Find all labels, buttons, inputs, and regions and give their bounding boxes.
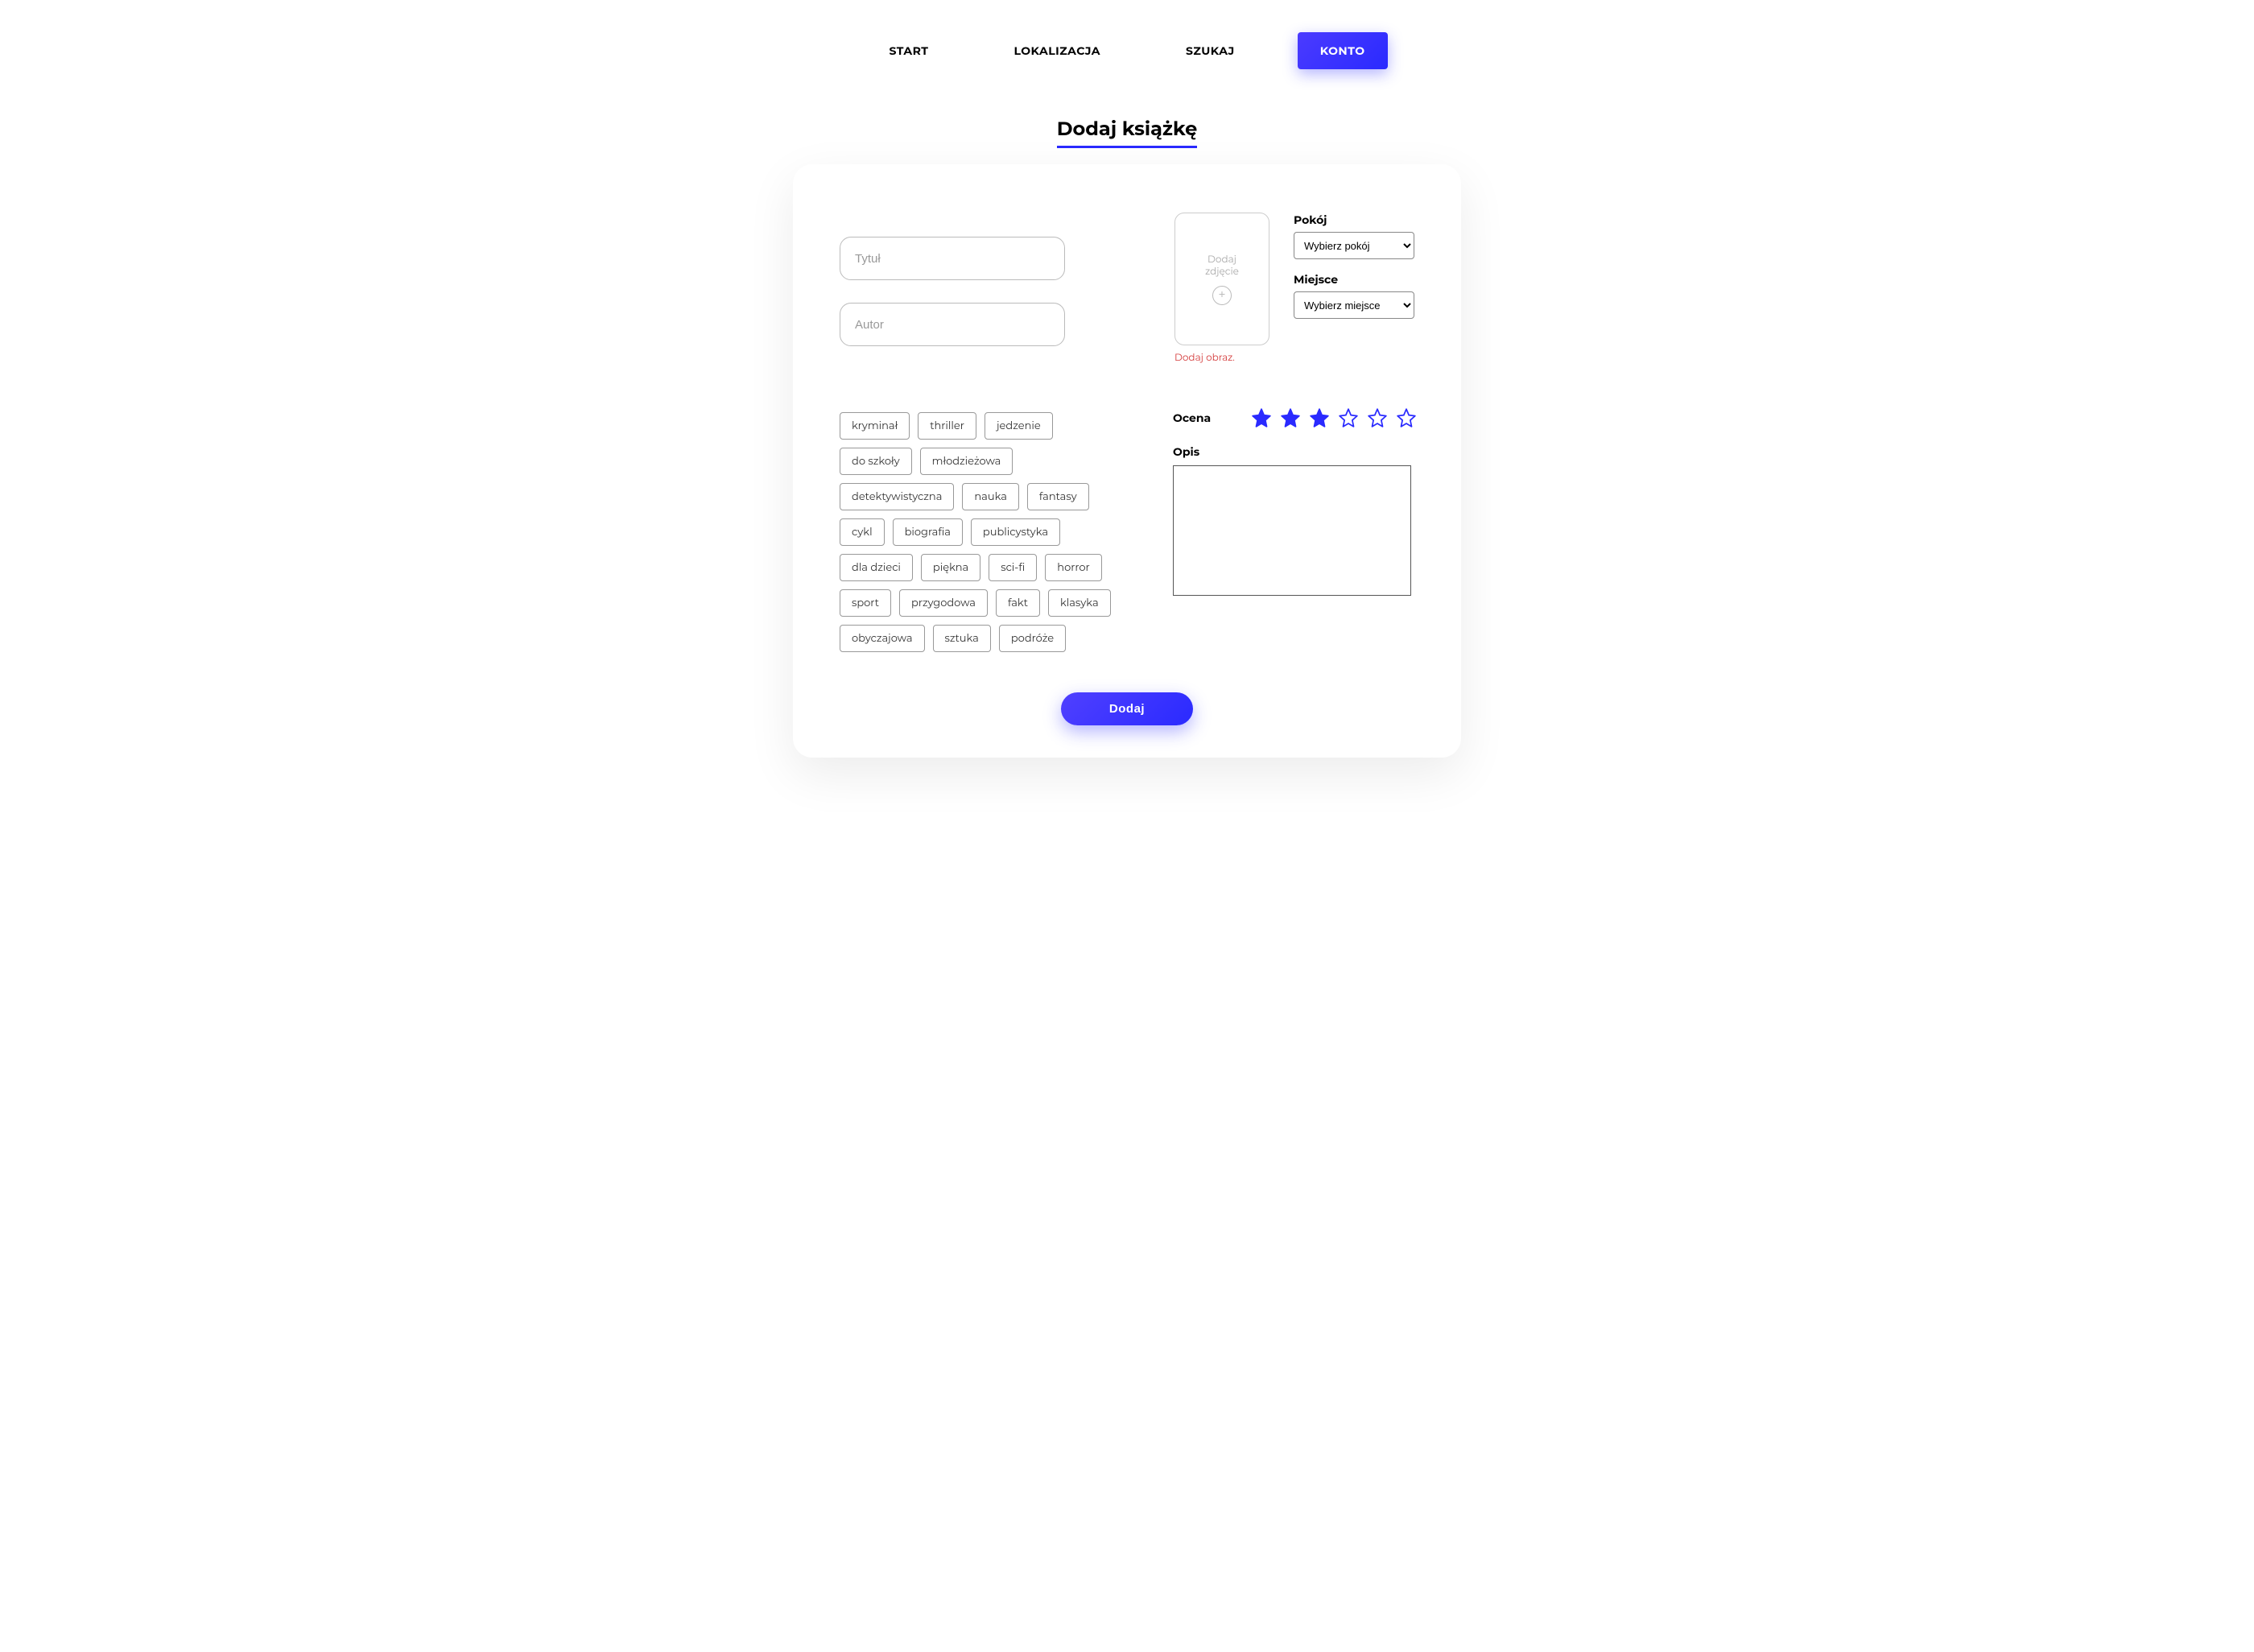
nav-item-konto[interactable]: KONTO: [1298, 32, 1388, 69]
tag-chip[interactable]: biografia: [893, 518, 963, 546]
tag-chip[interactable]: obyczajowa: [840, 625, 925, 652]
place-select-group: Miejsce Wybierz miejsce: [1294, 272, 1414, 319]
plus-circle-icon: +: [1212, 286, 1232, 305]
room-label: Pokój: [1294, 213, 1414, 227]
tag-chip[interactable]: fakt: [996, 589, 1040, 617]
tag-chip[interactable]: sztuka: [933, 625, 991, 652]
tag-chip[interactable]: przygodowa: [899, 589, 988, 617]
tag-chip[interactable]: podróże: [999, 625, 1066, 652]
star-icon[interactable]: [1338, 407, 1359, 428]
image-upload-group: Dodaj zdjęcie + Dodaj obraz.: [1174, 213, 1269, 364]
room-select-group: Pokój Wybierz pokój: [1294, 213, 1414, 259]
tag-chip[interactable]: fantasy: [1027, 483, 1089, 510]
main-nav: START LOKALIZACJA SZUKAJ KONTO: [0, 16, 2254, 85]
tag-chip[interactable]: publicystyka: [971, 518, 1060, 546]
submit-wrap: Dodaj: [840, 692, 1414, 725]
description-label: Opis: [1173, 444, 1414, 459]
star-icon[interactable]: [1280, 407, 1301, 428]
tag-chip[interactable]: jedzenie: [985, 412, 1053, 440]
place-select[interactable]: Wybierz miejsce: [1294, 291, 1414, 319]
tag-chip[interactable]: piękna: [921, 554, 980, 581]
text-inputs-column: [840, 213, 1174, 346]
tag-chip[interactable]: horror: [1045, 554, 1101, 581]
star-icon[interactable]: [1251, 407, 1272, 428]
rating-desc-block: Ocena Opis: [1173, 364, 1414, 600]
tag-chip[interactable]: do szkoły: [840, 448, 912, 475]
author-input[interactable]: [840, 303, 1065, 346]
stars-container: [1251, 407, 1417, 428]
place-label: Miejsce: [1294, 272, 1414, 287]
image-upload-box[interactable]: Dodaj zdjęcie +: [1174, 213, 1269, 345]
tag-chip[interactable]: nauka: [962, 483, 1019, 510]
form-card: Dodaj zdjęcie + Dodaj obraz. Pokój Wybie…: [793, 164, 1461, 758]
tag-chip[interactable]: sport: [840, 589, 891, 617]
star-icon[interactable]: [1367, 407, 1388, 428]
description-textarea[interactable]: [1173, 465, 1411, 596]
star-icon[interactable]: [1396, 407, 1417, 428]
image-box-text-line2: zdjęcie: [1205, 266, 1239, 278]
submit-button[interactable]: Dodaj: [1061, 692, 1193, 725]
tag-chip[interactable]: kryminał: [840, 412, 910, 440]
rating-row: Ocena: [1173, 407, 1414, 428]
star-icon[interactable]: [1309, 407, 1330, 428]
tag-chip[interactable]: klasyka: [1048, 589, 1111, 617]
title-input[interactable]: [840, 237, 1065, 280]
image-box-text-line1: Dodaj: [1208, 254, 1236, 266]
tag-chip[interactable]: thriller: [918, 412, 976, 440]
page-title: Dodaj książkę: [1057, 118, 1198, 148]
tag-chip[interactable]: sci-fi: [989, 554, 1037, 581]
nav-item-lokalizacja[interactable]: LOKALIZACJA: [991, 32, 1123, 69]
tag-chip[interactable]: cykl: [840, 518, 885, 546]
rating-label: Ocena: [1173, 411, 1211, 425]
selects-column: Pokój Wybierz pokój Miejsce Wybierz miej…: [1294, 213, 1414, 319]
description-group: Opis: [1173, 444, 1414, 600]
tag-chip[interactable]: dla dzieci: [840, 554, 913, 581]
page-title-wrap: Dodaj książkę: [0, 118, 2254, 148]
image-error-text: Dodaj obraz.: [1174, 352, 1269, 364]
tags-container: kryminał thriller jedzenie do szkoły młodzie…: [840, 412, 1113, 652]
image-and-selects: Dodaj zdjęcie + Dodaj obraz. Pokój Wybie…: [1174, 213, 1414, 364]
room-select[interactable]: Wybierz pokój: [1294, 232, 1414, 259]
tag-chip[interactable]: młodzieżowa: [920, 448, 1013, 475]
nav-item-start[interactable]: START: [866, 32, 951, 69]
nav-item-szukaj[interactable]: SZUKAJ: [1163, 32, 1257, 69]
tag-chip[interactable]: detektywistyczna: [840, 483, 954, 510]
